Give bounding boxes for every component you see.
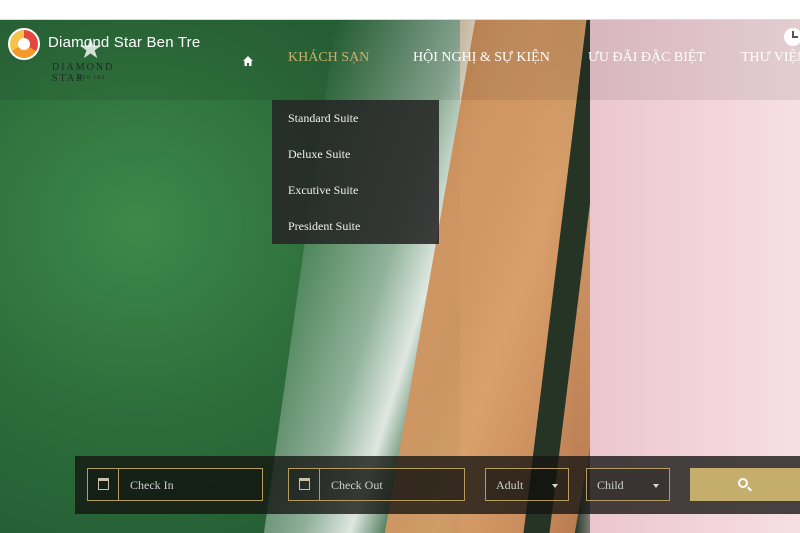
chevron-down-icon xyxy=(653,484,659,488)
search-button[interactable] xyxy=(690,468,800,501)
adult-label: Adult xyxy=(496,478,524,492)
calendar-icon xyxy=(289,469,320,500)
search-icon xyxy=(738,478,748,488)
dropdown-item-standard[interactable]: Standard Suite xyxy=(288,111,358,126)
home-icon[interactable] xyxy=(242,52,254,66)
booking-bar: Check In Check Out Adult Child xyxy=(75,456,800,514)
child-select[interactable]: Child xyxy=(586,468,670,501)
calendar-icon xyxy=(88,469,119,500)
chevron-down-icon xyxy=(552,484,558,488)
dropdown-item-president[interactable]: President Suite xyxy=(288,219,360,234)
adult-select[interactable]: Adult xyxy=(485,468,569,501)
nav-item-hoi-nghi[interactable]: HỘI NGHỊ & SỰ KIỆN xyxy=(413,50,550,66)
nav-item-uu-dai[interactable]: ƯU ĐÃI ĐẶC BIỆT xyxy=(588,50,705,66)
dropdown-item-deluxe[interactable]: Deluxe Suite xyxy=(288,147,350,162)
checkin-placeholder: Check In xyxy=(130,478,174,492)
checkout-field[interactable]: Check Out xyxy=(288,468,465,501)
brand-logo-subtext: BEN TRE xyxy=(78,76,106,81)
channel-avatar-icon[interactable] xyxy=(8,28,40,60)
dropdown-item-executive[interactable]: Excutive Suite xyxy=(288,183,358,198)
nav-item-khach-san[interactable]: KHÁCH SẠN xyxy=(288,50,369,66)
browser-top-strip xyxy=(0,0,800,20)
clock-icon[interactable] xyxy=(784,28,800,46)
checkout-placeholder: Check Out xyxy=(331,478,383,492)
nav-item-thu-vien[interactable]: THƯ VIỆN xyxy=(741,50,800,66)
child-label: Child xyxy=(597,478,624,492)
video-title[interactable]: Diamond Star Ben Tre xyxy=(48,34,200,51)
checkin-field[interactable]: Check In xyxy=(87,468,263,501)
rooms-dropdown: Standard Suite Deluxe Suite Excutive Sui… xyxy=(272,100,439,244)
